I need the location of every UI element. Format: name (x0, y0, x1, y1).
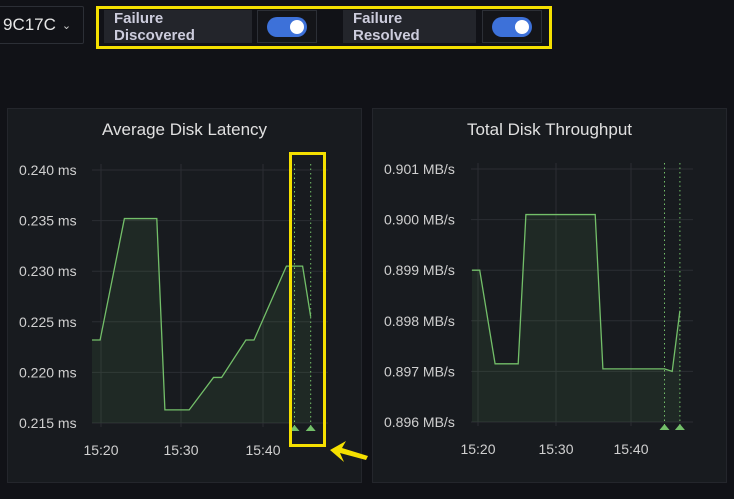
panel-throughput: Total Disk Throughput 0.901 MB/s 0.900 MB… (372, 108, 727, 483)
annotation-marker[interactable] (659, 424, 670, 430)
x-tick-label: 15:20 (460, 441, 495, 457)
y-tick-label: 0.230 ms (19, 263, 77, 279)
pointer-arrow-icon (330, 441, 368, 462)
y-tick-label: 0.901 MB/s (384, 161, 455, 177)
y-tick-label: 0.897 MB/s (384, 363, 455, 379)
instance-dropdown[interactable]: 9C17C ⌄ (0, 6, 84, 44)
y-tick-label: 0.240 ms (19, 162, 77, 178)
y-tick-label: 0.896 MB/s (384, 414, 455, 430)
annotation-highlight-box (289, 152, 326, 447)
throughput-chart: 0.901 MB/s 0.900 MB/s 0.899 MB/s 0.898 MB/s… (384, 161, 693, 457)
y-tick-label: 0.898 MB/s (384, 313, 455, 329)
chevron-down-icon: ⌄ (61, 19, 72, 32)
x-tick-label: 15:30 (538, 441, 573, 457)
series-area (92, 218, 311, 423)
x-tick-label: 15:40 (613, 441, 648, 457)
dropdown-value: 9C17C (3, 15, 56, 34)
y-tick-label: 0.235 ms (19, 213, 77, 229)
y-tick-label: 0.225 ms (19, 314, 77, 330)
y-tick-label: 0.215 ms (19, 415, 77, 431)
y-tick-label: 0.220 ms (19, 364, 77, 380)
x-tick-label: 15:30 (163, 442, 198, 458)
annotation-marker[interactable] (674, 424, 685, 430)
y-tick-label: 0.899 MB/s (384, 262, 455, 278)
y-tick-label: 0.900 MB/s (384, 212, 455, 228)
x-tick-label: 15:40 (245, 442, 280, 458)
highlight-box (96, 6, 552, 49)
series-area (472, 214, 680, 422)
x-tick-label: 15:20 (83, 442, 118, 458)
